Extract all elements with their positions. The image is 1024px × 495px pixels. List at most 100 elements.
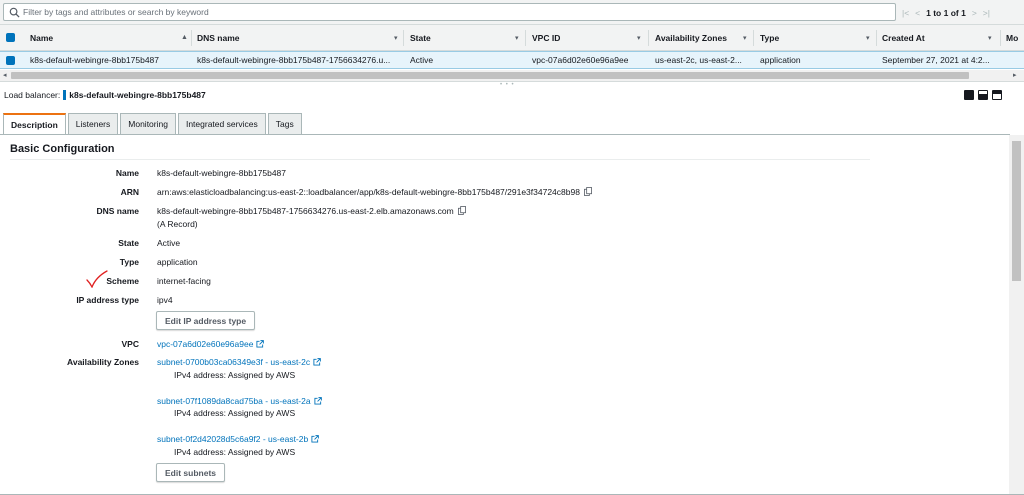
label-arn: ARN	[120, 187, 139, 197]
pane-layout-buttons	[964, 90, 1002, 100]
subnet-ipv4: IPv4 address: Assigned by AWS	[174, 447, 296, 457]
copy-icon[interactable]	[583, 187, 592, 196]
value-ip-type: ipv4	[157, 295, 173, 305]
next-page-button[interactable]: >	[972, 8, 977, 18]
external-link-icon[interactable]	[313, 358, 321, 366]
cell-created: September 27, 2021 at 4:2...	[882, 55, 990, 65]
cell-type: application	[760, 55, 801, 65]
subnet-ipv4: IPv4 address: Assigned by AWS	[174, 370, 296, 380]
section-divider	[10, 159, 870, 160]
external-link-icon[interactable]	[311, 435, 320, 443]
subnet-row: subnet-0700b03ca06349e3f - us-east-2c	[157, 357, 321, 367]
label-name: Name	[115, 168, 139, 178]
column-header-more[interactable]: Mo	[1006, 25, 1018, 50]
sort-icon[interactable]: ▾	[637, 34, 641, 42]
sort-icon[interactable]: ▾	[743, 34, 747, 42]
edit-subnets-button[interactable]: Edit subnets	[156, 463, 226, 482]
page-count: 1 to 1 of 1	[926, 7, 966, 18]
prev-page-button[interactable]: <	[915, 8, 920, 18]
tab-description[interactable]: Description	[3, 113, 66, 135]
table-row[interactable]: k8s-default-webingre-8bb175b487 k8s-defa…	[0, 51, 1024, 69]
minimize-pane-icon[interactable]	[992, 90, 1002, 100]
copy-icon[interactable]	[457, 206, 466, 215]
sort-asc-icon[interactable]: ▲	[181, 34, 188, 41]
value-scheme: internet-facing	[157, 276, 211, 286]
drag-handle-icon[interactable]: • • •	[500, 82, 515, 88]
cell-name: k8s-default-webingre-8bb175b487	[30, 55, 160, 65]
search-box[interactable]	[3, 3, 896, 21]
label-state: State	[118, 238, 139, 248]
first-page-button[interactable]: |<	[902, 8, 909, 18]
section-title: Basic Configuration	[10, 143, 115, 155]
last-page-button[interactable]: >|	[983, 8, 990, 18]
scrollbar-thumb[interactable]	[1012, 141, 1021, 281]
search-icon	[9, 7, 20, 18]
row-checkbox[interactable]	[6, 56, 15, 65]
label-type: Type	[119, 257, 139, 267]
value-name: k8s-default-webingre-8bb175b487	[157, 168, 287, 178]
tab-integrated-services[interactable]: Integrated services	[177, 113, 266, 134]
value-vpc-row: vpc-07a6d02e60e96a9ee	[157, 339, 265, 349]
column-header-state[interactable]: State	[410, 25, 431, 50]
sort-icon[interactable]: ▾	[866, 34, 870, 42]
maximize-pane-icon[interactable]	[964, 90, 974, 100]
sort-icon[interactable]: ▾	[394, 34, 398, 42]
detail-lb-name: k8s-default-webingre-8bb175b487	[69, 90, 206, 100]
external-link-icon[interactable]	[314, 397, 322, 405]
pane-splitter[interactable]: • • •	[0, 82, 1024, 88]
select-all-checkbox[interactable]	[6, 33, 15, 42]
detail-prefix: Load balancer:	[4, 90, 61, 100]
column-header-vpc[interactable]: VPC ID	[532, 25, 560, 50]
cell-dns: k8s-default-webingre-8bb175b487-17566342…	[197, 55, 391, 65]
pagination: |< < 1 to 1 of 1 > >|	[902, 6, 990, 19]
value-state: Active	[157, 238, 181, 248]
scroll-left-icon[interactable]: ◂	[3, 71, 7, 79]
column-header-created[interactable]: Created At	[882, 25, 925, 50]
label-ip-type: IP address type	[76, 295, 139, 305]
subnet-link[interactable]: subnet-07f1089da8cad75ba - us-east-2a	[157, 396, 311, 406]
column-header-type[interactable]: Type	[760, 25, 779, 50]
cell-vpc: vpc-07a6d02e60e96a9ee	[532, 55, 629, 65]
label-vpc: VPC	[121, 339, 139, 349]
column-header-zones[interactable]: Availability Zones	[655, 25, 727, 50]
sort-icon[interactable]: ▾	[515, 34, 519, 42]
value-type: application	[157, 257, 198, 267]
label-dns: DNS name	[96, 206, 139, 216]
search-input[interactable]	[23, 5, 883, 19]
scroll-right-icon[interactable]: ▸	[1013, 71, 1017, 79]
value-arn: arn:aws:elasticloadbalancing:us-east-2::…	[157, 187, 580, 197]
label-zones: Availability Zones	[67, 357, 139, 367]
label-scheme: Scheme	[106, 276, 139, 286]
tab-monitoring[interactable]: Monitoring	[120, 113, 176, 134]
subnet-link[interactable]: subnet-0700b03ca06349e3f - us-east-2c	[157, 357, 310, 367]
tab-divider	[0, 134, 1010, 135]
scrollbar-thumb[interactable]	[11, 72, 969, 79]
table-header: Name ▲ DNS name ▾ State ▾ VPC ID ▾ Avail…	[0, 25, 1024, 51]
column-header-name[interactable]: Name	[30, 25, 53, 50]
column-header-dns[interactable]: DNS name	[197, 25, 240, 50]
vpc-link[interactable]: vpc-07a6d02e60e96a9ee	[157, 339, 253, 349]
edit-ip-address-type-button[interactable]: Edit IP address type	[156, 311, 256, 330]
vertical-scrollbar[interactable]	[1009, 135, 1024, 495]
value-dns-record: (A Record)	[157, 219, 198, 229]
cell-state: Active	[410, 55, 434, 65]
annotation-check-icon	[86, 270, 108, 288]
sort-icon[interactable]: ▾	[988, 34, 992, 42]
subnet-row: subnet-07f1089da8cad75ba - us-east-2a	[157, 396, 322, 406]
subnet-link[interactable]: subnet-0f2d42028d5c6a9f2 - us-east-2b	[157, 434, 308, 444]
subnet-ipv4: IPv4 address: Assigned by AWS	[174, 408, 296, 418]
value-dns-row: k8s-default-webingre-8bb175b487-17566342…	[157, 206, 466, 216]
tab-tags[interactable]: Tags	[267, 113, 302, 134]
cell-zones: us-east-2c, us-east-2...	[655, 55, 742, 65]
filter-bar: |< < 1 to 1 of 1 > >|	[0, 0, 1024, 25]
value-arn-row: arn:aws:elasticloadbalancing:us-east-2::…	[157, 187, 592, 197]
external-link-icon[interactable]	[256, 340, 265, 348]
detail-tabs: Description Listeners Monitoring Integra…	[3, 113, 302, 135]
selection-marker	[63, 90, 67, 100]
load-balancers-console: |< < 1 to 1 of 1 > >| Name ▲ DNS name ▾ …	[0, 0, 1024, 495]
value-dns: k8s-default-webingre-8bb175b487-17566342…	[157, 206, 454, 216]
split-pane-icon[interactable]	[978, 90, 988, 100]
detail-title: Load balancer: k8s-default-webingre-8bb1…	[4, 90, 206, 100]
tab-listeners[interactable]: Listeners	[67, 113, 119, 134]
horizontal-scrollbar[interactable]: ◂ ▸	[0, 70, 1024, 82]
